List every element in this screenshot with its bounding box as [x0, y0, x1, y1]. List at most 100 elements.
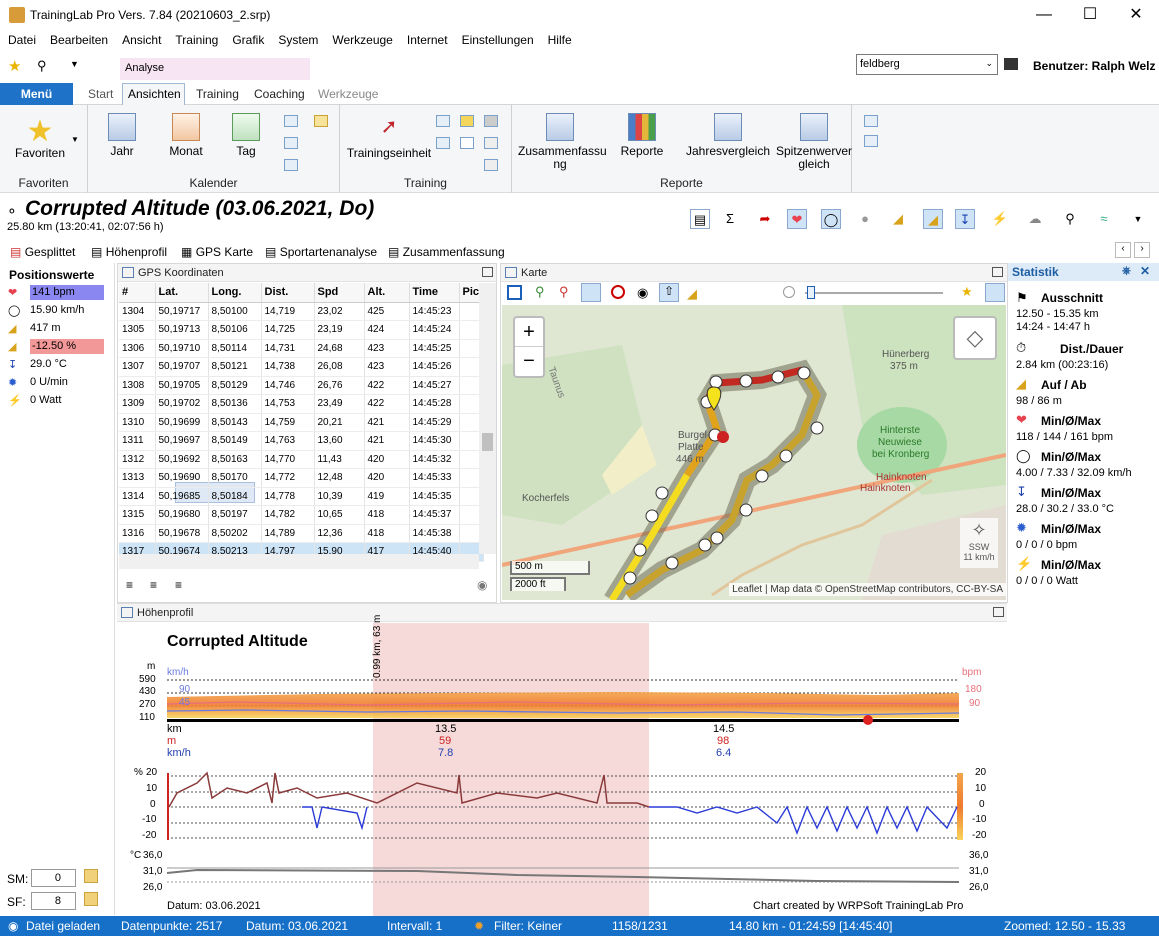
lap-icon[interactable] [611, 285, 625, 299]
tag-button[interactable]: Tag [228, 113, 264, 158]
map-attribution[interactable]: Leaflet | Map data © OpenStreetMap contr… [729, 583, 1006, 596]
scrollbar[interactable] [479, 283, 496, 554]
table-row[interactable]: 1305 50,19713 8,50106 14,725 23,19 424 14:45:2… [119, 320, 484, 340]
table-row[interactable]: 1315 50,19680 8,50197 14,782 10,65 418 14:45:3… [119, 505, 484, 525]
table-row[interactable]: 1311 50,19697 8,50149 14,763 13,60 421 14:45:3… [119, 431, 484, 451]
tab-sportartenanalyse[interactable]: ▤ Sportartenanalyse [265, 245, 377, 259]
column-header[interactable]: Time [409, 283, 460, 303]
folder-icon[interactable] [84, 892, 98, 906]
tab-start[interactable]: Start [88, 87, 113, 101]
tab-gps-karte[interactable]: ▦ GPS Karte [181, 245, 253, 259]
column-header[interactable]: Alt. [364, 283, 410, 303]
search-star-icon[interactable]: ⚲ [37, 58, 47, 74]
table-row[interactable]: 1309 50,19702 8,50136 14,753 23,49 422 14:45:2… [119, 394, 484, 414]
menu-werkzeuge[interactable]: Werkzeuge [324, 31, 398, 47]
jahr-button[interactable]: Jahr [104, 113, 140, 158]
toolbar-dropdown-icon[interactable]: ▼ [1128, 209, 1148, 229]
scrollbar-thumb[interactable] [482, 433, 493, 451]
column-header[interactable]: # [119, 283, 156, 303]
menu-hilfe[interactable]: Hilfe [540, 31, 578, 47]
menu-grafik[interactable]: Grafik [224, 31, 270, 47]
zoom-in-icon[interactable]: ⚲ [535, 284, 545, 300]
tab-zusammenfassung[interactable]: ▤ Zusammenfassung [388, 245, 505, 259]
zusammenfassung-button[interactable]: Zusammenfassu ng [518, 113, 607, 171]
table-row[interactable]: 1310 50,19699 8,50143 14,759 20,21 421 14:45:2… [119, 413, 484, 432]
runner-icon[interactable]: ➦ [755, 209, 775, 229]
align-right-icon[interactable]: ≡ [175, 578, 182, 592]
maximize-panel-icon[interactable] [993, 607, 1004, 617]
altitude-icon[interactable]: ◢ [888, 209, 908, 229]
maximize-panel-icon[interactable] [482, 267, 493, 277]
close-panel-icon[interactable]: ✕ [1140, 264, 1150, 278]
table-row[interactable]: 1313 50,19690 8,50170 14,772 12,48 420 14:45:3… [119, 468, 484, 488]
keyboard-icon[interactable] [484, 159, 498, 171]
camera-icon[interactable]: ◉ [637, 285, 648, 301]
power-icon[interactable]: ⚡ [990, 209, 1010, 229]
menu-bearbeiten[interactable]: Bearbeiten [42, 31, 114, 47]
table-row[interactable]: 1307 50,19707 8,50121 14,738 26,08 423 14:45:2… [119, 357, 484, 377]
camera-icon[interactable]: ◉ [477, 578, 487, 592]
slope-icon[interactable] [460, 115, 474, 127]
minimize-icon[interactable]: — [1021, 0, 1067, 30]
menu-internet[interactable]: Internet [399, 31, 454, 47]
spitzenwert-button[interactable]: Spitzenwerver gleich [774, 113, 854, 171]
layers-icon[interactable]: ◇ [953, 316, 997, 360]
table-row[interactable]: 1314 50,19685 8,50184 14,778 10,39 419 14:45:3… [119, 487, 484, 506]
zoom-icon[interactable]: ⚲ [1060, 209, 1080, 229]
jahresvergleich-button[interactable]: Jahresvergleich [684, 113, 772, 158]
table-row[interactable]: 1304 50,19717 8,50100 14,719 23,02 425 14:45:2… [119, 302, 484, 321]
slider-handle[interactable] [807, 286, 815, 299]
table-row[interactable]: 1306 50,19710 8,50114 14,731 24,68 423 14:45:2… [119, 339, 484, 358]
align-center-icon[interactable]: ≡ [150, 578, 157, 592]
sigma-icon[interactable]: Σ [720, 209, 740, 229]
favoriten-dropdown-icon[interactable]: ▼ [71, 135, 79, 144]
trainingseinheit-button[interactable]: ➚ Trainingseinheit [344, 113, 434, 160]
tab-next-icon[interactable]: › [1134, 242, 1150, 258]
map-zoom-in-button[interactable]: + [515, 318, 543, 347]
monat-button[interactable]: Monat [168, 113, 204, 158]
sm-input[interactable]: 0 [31, 869, 76, 887]
play-icon[interactable] [783, 286, 795, 298]
table-row[interactable]: 1308 50,19705 8,50129 14,746 26,76 422 14:45:2… [119, 376, 484, 395]
grade-icon[interactable]: ◢ [923, 209, 943, 229]
close-icon[interactable]: ✕ [1113, 0, 1159, 30]
qat-dropdown-icon[interactable]: ▼ [70, 59, 79, 69]
heart-icon[interactable]: ❤ [787, 209, 807, 229]
arrow-up-icon[interactable]: ⇧ [659, 283, 679, 302]
favoriten-button[interactable]: ★ Favoriten [10, 117, 70, 160]
column-header[interactable]: Lat. [155, 283, 209, 303]
menu-einstellungen[interactable]: Einstellungen [454, 31, 540, 47]
menu-datei[interactable]: Datei [0, 31, 42, 47]
table-icon[interactable] [864, 115, 878, 127]
bar-chart-icon[interactable] [436, 115, 450, 127]
map-slider[interactable] [805, 292, 943, 294]
calendar-small-icon[interactable] [284, 137, 298, 149]
align-left-icon[interactable]: ≡ [126, 578, 133, 592]
column-header[interactable]: Spd [314, 283, 365, 303]
export-icon[interactable] [284, 159, 298, 171]
tab-coaching[interactable]: Coaching [254, 87, 305, 101]
menu-button[interactable]: Menü [0, 83, 73, 105]
map-zoom-out-button[interactable]: − [515, 347, 543, 376]
temperature-icon[interactable]: ↧ [955, 209, 975, 229]
h-scrollbar[interactable] [119, 554, 479, 569]
tab-werkzeuge[interactable]: Werkzeuge [318, 87, 378, 101]
gear-icon[interactable] [484, 137, 498, 149]
menu-system[interactable]: System [270, 31, 324, 47]
menu-ansicht[interactable]: Ansicht [114, 31, 167, 47]
search-combobox[interactable]: feldberg ⌄ [856, 54, 998, 75]
table-row[interactable]: 1312 50,19692 8,50163 14,770 11,43 420 14:45:3… [119, 450, 484, 469]
chevron-down-icon[interactable]: ⌄ [985, 58, 993, 69]
reporte-button[interactable]: Reporte [612, 113, 672, 158]
pin-icon[interactable]: ⎈ [1122, 265, 1131, 278]
tab-training[interactable]: Training [196, 87, 239, 101]
note-icon[interactable] [314, 115, 328, 127]
weather-icon[interactable]: ☁ [1025, 209, 1045, 229]
tab-prev-icon[interactable]: ‹ [1115, 242, 1131, 258]
maximize-panel-icon[interactable] [992, 267, 1003, 277]
favorite-star-icon[interactable]: ★ [8, 57, 21, 75]
graph-icon[interactable]: ≈ [1094, 209, 1114, 229]
menu-training[interactable]: Training [167, 31, 224, 47]
column-header[interactable]: Dist. [261, 283, 315, 303]
new-folder-icon[interactable]: ★ [961, 284, 973, 300]
